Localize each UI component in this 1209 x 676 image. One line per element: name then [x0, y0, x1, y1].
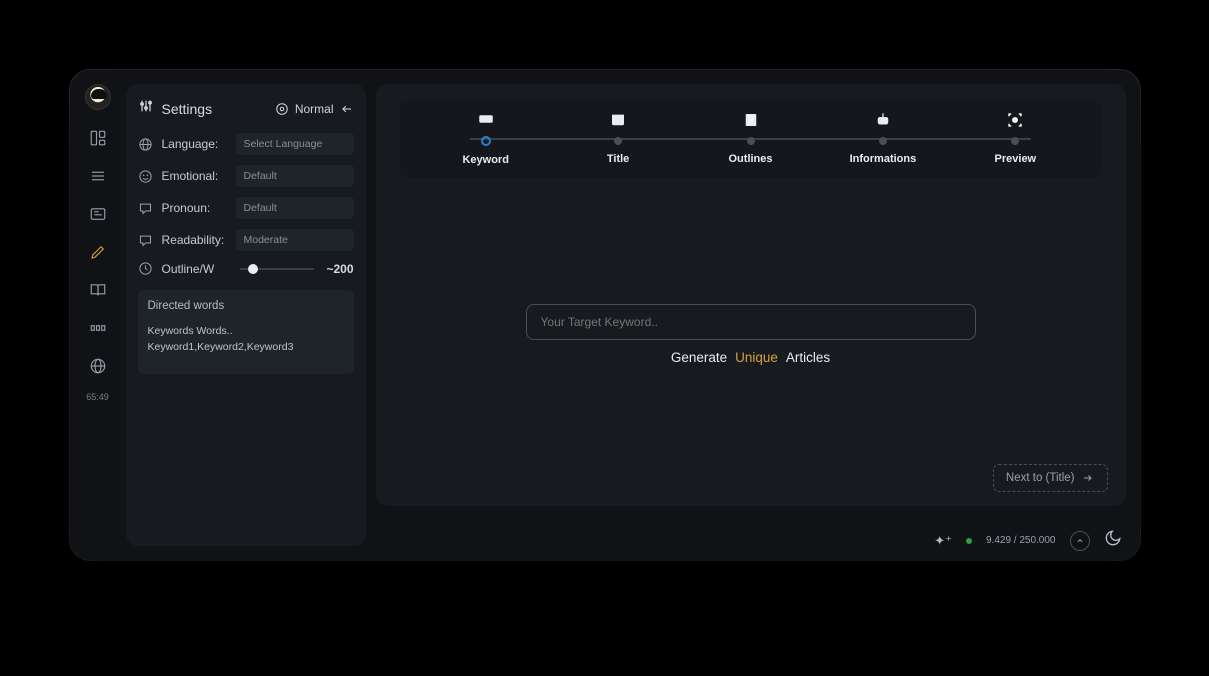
language-select[interactable]: Select Language — [236, 133, 354, 155]
directed-title: Directed words — [148, 300, 344, 312]
step-informations[interactable]: Informations — [817, 111, 949, 165]
step-outlines[interactable]: Outlines — [684, 111, 816, 165]
sparkles-icon[interactable]: ✦⁺ — [934, 533, 952, 549]
sidebar-nav: 65:49 — [70, 70, 126, 560]
pronoun-label: Pronoun: — [162, 201, 228, 215]
usage-counter: 9.429 / 250.000 — [986, 535, 1056, 546]
main-area: Keyword Title Outlines Informations — [366, 70, 1140, 560]
grid-icon[interactable] — [88, 318, 108, 338]
step-keyword[interactable]: Keyword — [420, 110, 552, 166]
chat-icon — [138, 201, 154, 216]
globe-icon — [138, 137, 154, 152]
eye-scan-icon — [1006, 111, 1024, 129]
next-button[interactable]: Next to (Title) — [993, 464, 1108, 492]
avatar[interactable] — [85, 84, 111, 110]
step-title[interactable]: Title — [552, 111, 684, 165]
outline-label: Outline/W — [162, 262, 228, 276]
window-icon — [609, 111, 627, 129]
pen-icon[interactable] — [88, 242, 108, 262]
tag-unique: Unique — [735, 350, 778, 365]
news-icon[interactable] — [88, 204, 108, 224]
moon-icon[interactable] — [1104, 529, 1122, 552]
step-label: Preview — [995, 153, 1037, 165]
stepper: Keyword Title Outlines Informations — [400, 100, 1102, 178]
next-label: Next to (Title) — [1006, 472, 1075, 484]
emotional-select[interactable]: Default — [236, 165, 354, 187]
step-preview[interactable]: Preview — [949, 111, 1081, 165]
settings-title: Settings — [162, 101, 213, 117]
directed-line1: Keywords Words.. — [148, 324, 344, 340]
outline-value: ~200 — [326, 262, 353, 276]
status-dot — [966, 538, 972, 544]
directed-line2: Keyword1,Keyword2,Keyword3 — [148, 340, 344, 356]
directed-words-box[interactable]: Directed words Keywords Words.. Keyword1… — [138, 290, 354, 374]
mode-label: Normal — [295, 102, 334, 116]
tagline: Generate Unique Articles — [671, 350, 830, 365]
globe-icon[interactable] — [88, 356, 108, 376]
keyboard-icon — [477, 110, 495, 128]
dashboard-icon[interactable] — [88, 128, 108, 148]
readability-icon — [138, 233, 154, 248]
bottom-bar: ✦⁺ 9.429 / 250.000 — [934, 529, 1121, 552]
clock-icon — [138, 261, 154, 276]
readability-label: Readability: — [162, 233, 228, 247]
time-label: 65:49 — [86, 392, 109, 402]
slider-thumb[interactable] — [248, 264, 258, 274]
app-window: 65:49 Settings Normal Language: Select L… — [70, 70, 1140, 560]
smile-icon — [138, 169, 154, 184]
tag-generate: Generate — [671, 350, 727, 365]
book-icon[interactable] — [88, 280, 108, 300]
outline-slider[interactable] — [240, 268, 315, 270]
emotional-label: Emotional: — [162, 169, 228, 183]
readability-select[interactable]: Moderate — [236, 229, 354, 251]
keyword-area: Generate Unique Articles — [400, 178, 1102, 490]
robot-icon — [874, 111, 892, 129]
step-label: Keyword — [462, 154, 508, 166]
keyword-input[interactable] — [526, 304, 976, 340]
tag-articles: Articles — [786, 350, 830, 365]
document-icon — [742, 111, 760, 129]
settings-panel: Settings Normal Language: Select Languag… — [126, 84, 366, 546]
step-label: Outlines — [729, 153, 773, 165]
mode-toggle[interactable]: Normal — [275, 102, 354, 116]
stage: Keyword Title Outlines Informations — [376, 84, 1126, 506]
step-label: Title — [607, 153, 629, 165]
list-icon[interactable] — [88, 166, 108, 186]
language-label: Language: — [162, 137, 228, 151]
pronoun-select[interactable]: Default — [236, 197, 354, 219]
step-label: Informations — [850, 153, 917, 165]
settings-icon — [138, 98, 154, 119]
scroll-up-icon[interactable] — [1070, 531, 1090, 551]
